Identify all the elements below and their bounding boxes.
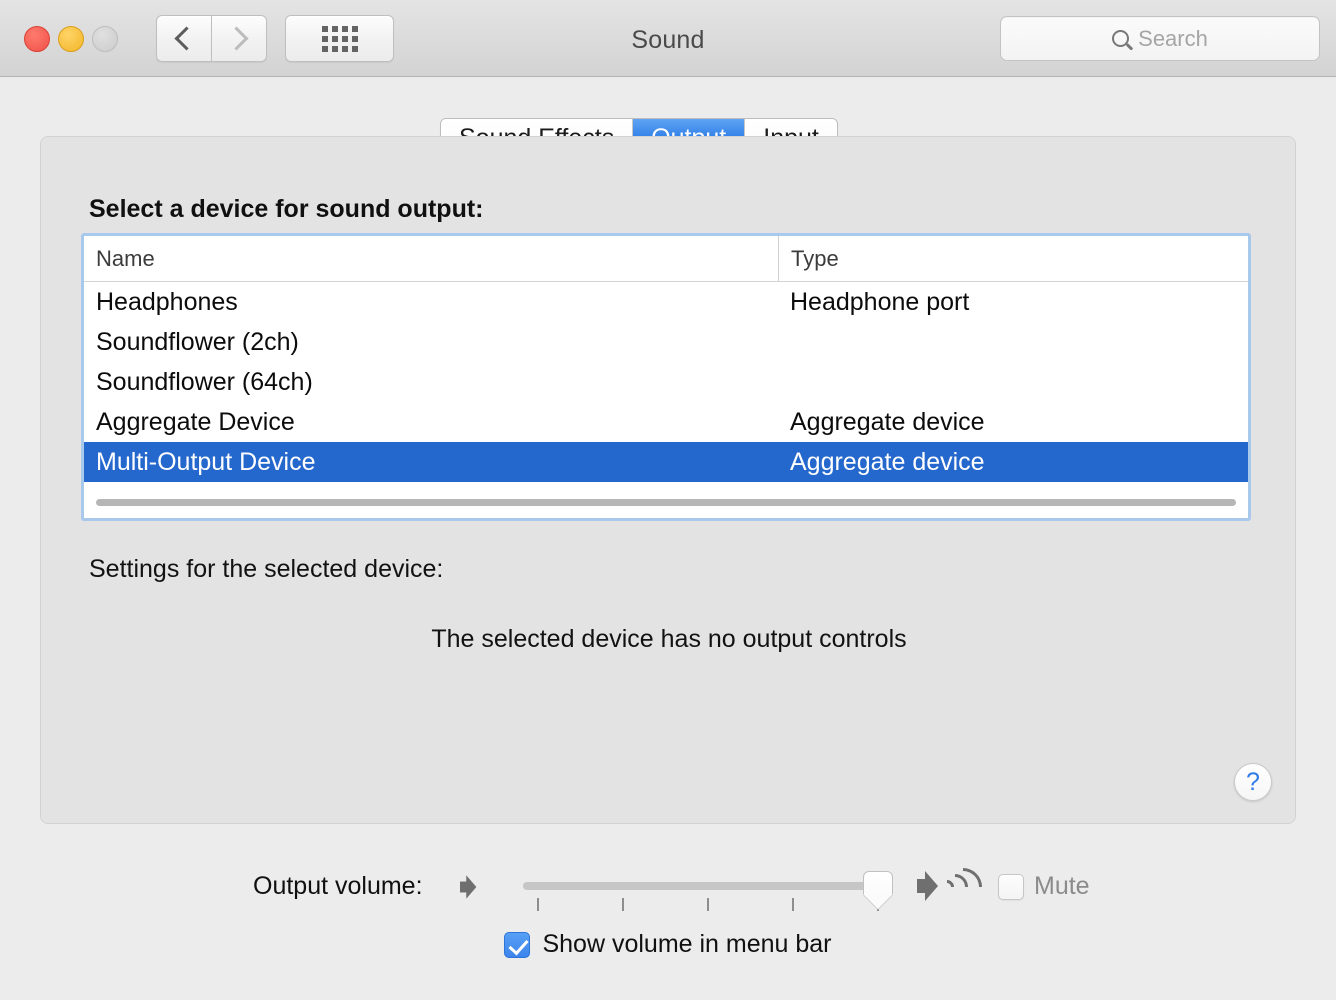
search-placeholder: Search xyxy=(1138,25,1208,51)
table-row[interactable]: Aggregate Device Aggregate device xyxy=(84,402,1248,442)
table-row-selected[interactable]: Multi-Output Device Aggregate device xyxy=(84,442,1248,482)
output-volume-row: Output volume: Mute xyxy=(0,860,1336,914)
slider-thumb[interactable] xyxy=(863,871,893,909)
device-type: Aggregate device xyxy=(790,407,985,436)
column-header-type[interactable]: Type xyxy=(778,236,1248,281)
search-icon xyxy=(1112,30,1130,47)
device-name: Soundflower (64ch) xyxy=(96,367,313,396)
slider-tick xyxy=(622,898,624,911)
table-row[interactable]: Headphones Headphone port xyxy=(84,282,1248,322)
horizontal-scrollbar[interactable] xyxy=(84,492,1248,518)
show-volume-checkbox[interactable] xyxy=(504,931,531,958)
window-titlebar: Sound Search xyxy=(0,0,1336,77)
column-header-name[interactable]: Name xyxy=(84,236,778,281)
table-row[interactable]: Soundflower (2ch) xyxy=(84,322,1248,362)
slider-tick xyxy=(537,898,539,911)
slider-tick xyxy=(792,898,794,911)
no-output-controls-message: The selected device has no output contro… xyxy=(431,625,907,653)
mute-control[interactable]: Mute xyxy=(998,872,1090,901)
device-name: Headphones xyxy=(96,287,238,316)
device-name: Soundflower (2ch) xyxy=(96,327,299,356)
show-volume-in-menu-bar-control[interactable]: Show volume in menu bar xyxy=(0,930,1336,959)
device-list-inner: Name Type Headphones Headphone port Soun… xyxy=(84,236,1248,518)
show-volume-label: Show volume in menu bar xyxy=(542,930,832,958)
help-button[interactable]: ? xyxy=(1234,763,1272,801)
table-row[interactable]: Soundflower (64ch) xyxy=(84,362,1248,402)
settings-label: Settings for the selected device: xyxy=(89,555,444,583)
slider-tick xyxy=(707,898,709,911)
device-list[interactable]: Name Type Headphones Headphone port Soun… xyxy=(81,233,1251,521)
device-name: Aggregate Device xyxy=(96,407,295,436)
device-table-header: Name Type xyxy=(84,236,1248,282)
section-label: Select a device for sound output: xyxy=(89,195,484,223)
speaker-high-icon xyxy=(917,860,990,914)
search-input[interactable]: Search xyxy=(1000,16,1320,61)
device-name: Multi-Output Device xyxy=(96,447,316,476)
output-volume-label: Output volume: xyxy=(253,872,423,900)
speaker-low-icon xyxy=(460,875,480,899)
horizontal-scrollbar-thumb[interactable] xyxy=(96,499,1236,506)
output-settings-panel: Select a device for sound output: Name T… xyxy=(40,136,1296,824)
mute-label: Mute xyxy=(1034,872,1090,900)
mute-checkbox[interactable] xyxy=(998,873,1024,900)
device-type: Headphone port xyxy=(790,287,970,316)
device-type: Aggregate device xyxy=(790,447,985,476)
slider-track[interactable] xyxy=(523,882,881,890)
output-volume-slider[interactable] xyxy=(523,866,893,911)
